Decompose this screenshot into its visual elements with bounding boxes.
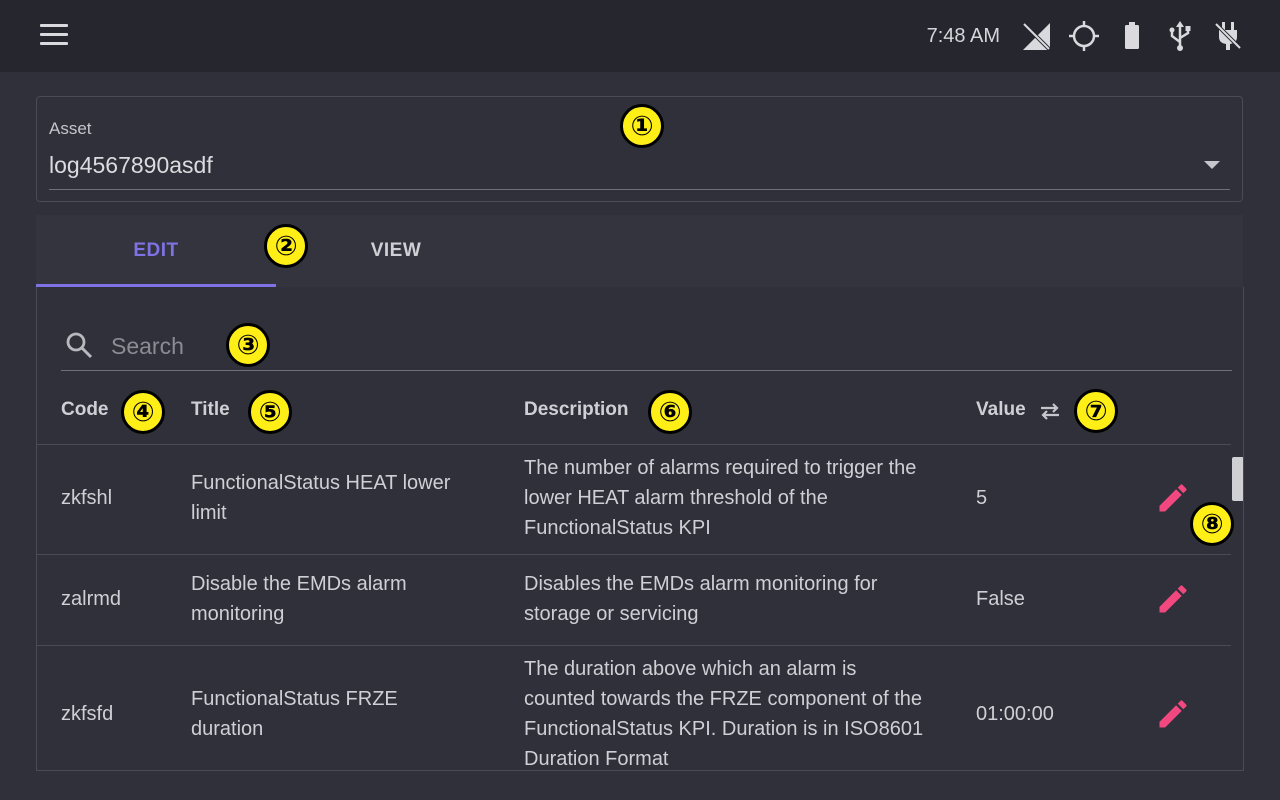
table-row: zkfsfd FunctionalStatus FRZE duration Th…: [37, 646, 1231, 770]
top-app-bar: 7:48 AM: [0, 0, 1280, 72]
search-underline: [61, 370, 1232, 371]
usb-icon: [1169, 21, 1191, 51]
annotation-badge-4: ④: [121, 390, 165, 434]
annotation-badge-2: ②: [264, 224, 308, 268]
scrollbar-thumb[interactable]: [1232, 457, 1243, 501]
cell-title: FunctionalStatus HEAT lower limit: [191, 472, 451, 524]
hamburger-menu-icon[interactable]: [40, 24, 68, 46]
search-icon: [66, 332, 93, 359]
annotation-badge-5: ⑤: [248, 390, 292, 434]
cell-code: zalrmd: [61, 588, 122, 610]
table-row: zalrmd Disable the EMDs alarm monitoring…: [37, 555, 1231, 646]
swap-sort-icon[interactable]: [1037, 400, 1063, 422]
no-signal-icon: [1021, 21, 1052, 52]
edit-pencil-icon[interactable]: [1155, 696, 1191, 732]
cell-value: 01:00:00: [976, 703, 1054, 725]
cell-code: zkfshl: [61, 487, 113, 509]
annotation-badge-6: ⑥: [648, 390, 692, 434]
cell-value: 5: [976, 487, 988, 509]
edit-pencil-icon[interactable]: [1155, 581, 1191, 617]
tab-view[interactable]: VIEW: [276, 215, 516, 287]
annotation-badge-7: ⑦: [1074, 389, 1118, 433]
cell-description: The duration above which an alarm is cou…: [524, 658, 924, 770]
cell-title: Disable the EMDs alarm monitoring: [191, 573, 407, 625]
edit-pencil-icon[interactable]: [1155, 480, 1191, 516]
table-row: zkfshl FunctionalStatus HEAT lower limit…: [37, 445, 1231, 555]
status-time: 7:48 AM: [926, 24, 1000, 47]
search-input[interactable]: [109, 325, 613, 367]
cell-description: The number of alarms required to trigger…: [524, 457, 917, 539]
annotation-badge-8: ⑧: [1190, 502, 1234, 546]
column-header-code[interactable]: Code: [61, 399, 109, 421]
battery-icon: [1125, 22, 1139, 49]
asset-underline: [49, 189, 1230, 190]
status-bar: 7:48 AM: [927, 18, 1244, 54]
settings-table-panel: Code Title Description Value zkfshl Func…: [36, 287, 1244, 771]
tab-bar: EDIT VIEW: [36, 215, 1243, 287]
column-header-value[interactable]: Value: [976, 399, 1026, 421]
cell-value: False: [976, 588, 1025, 610]
column-header-title[interactable]: Title: [191, 399, 230, 421]
power-off-icon: [1213, 21, 1243, 51]
annotation-badge-1: ①: [620, 104, 664, 148]
cell-title: FunctionalStatus FRZE duration: [191, 688, 398, 740]
cell-description: Disables the EMDs alarm monitoring for s…: [524, 573, 878, 625]
asset-label: Asset: [49, 119, 92, 138]
annotation-badge-3: ③: [226, 323, 270, 367]
asset-value: log4567890asdf: [49, 152, 213, 178]
cell-code: zkfsfd: [61, 703, 114, 725]
column-header-description[interactable]: Description: [524, 399, 629, 421]
gps-icon: [1069, 21, 1099, 51]
tab-edit[interactable]: EDIT: [36, 215, 276, 287]
dropdown-arrow-icon[interactable]: [1204, 161, 1220, 169]
